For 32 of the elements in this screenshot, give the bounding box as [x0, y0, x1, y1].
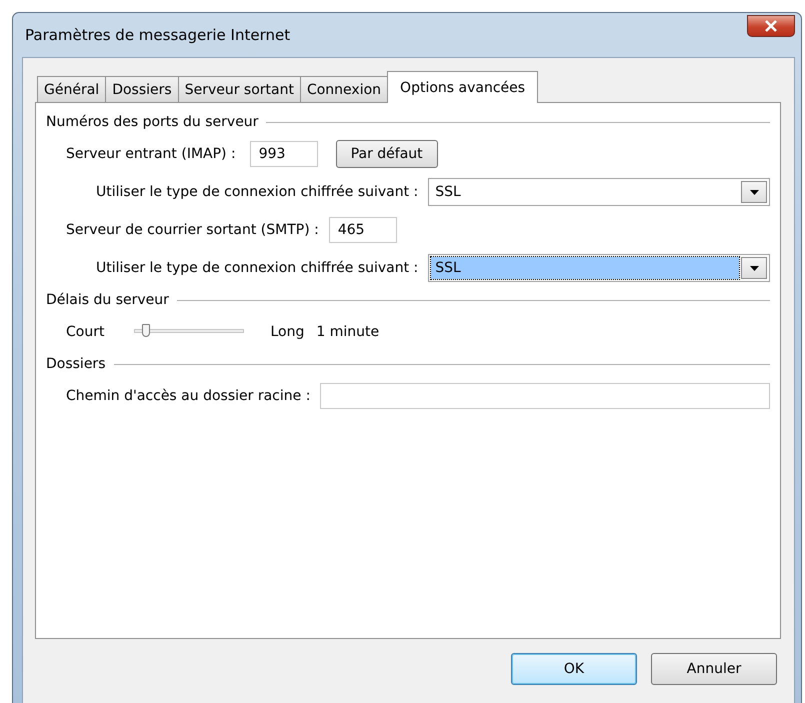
dropdown-value: SSL [431, 257, 739, 279]
caret-icon [750, 190, 758, 194]
port-field[interactable]: 465 [328, 217, 397, 243]
default-button[interactable]: Par défaut [336, 140, 438, 168]
window-title: Paramètres de messagerie Internet [25, 26, 290, 44]
root-folder-field[interactable] [320, 383, 770, 409]
root-folder-label: Chemin d'accès au dossier racine : [66, 388, 310, 404]
close-button[interactable] [747, 15, 795, 37]
tab[interactable]: Options avancées [387, 71, 538, 103]
port-field[interactable]: 993 [250, 141, 318, 167]
encryption-dropdown[interactable]: SSL [428, 178, 770, 206]
slider-max-label: Long [270, 324, 304, 340]
dialog-button[interactable]: Annuler [651, 653, 777, 685]
port-label: Serveur de courrier sortant (SMTP) : [66, 222, 319, 238]
close-icon [764, 20, 778, 32]
slider-min-label: Court [66, 324, 104, 340]
encryption-label: Utiliser le type de connexion chiffrée suivant : [96, 184, 418, 200]
dropdown-value: SSL [434, 183, 462, 202]
slider-thumb[interactable] [142, 324, 150, 337]
encryption-label: Utiliser le type de connexion chiffrée suivant : [96, 260, 418, 276]
group-title: Dossiers [46, 356, 106, 372]
tab[interactable]: Connexion [300, 76, 388, 102]
group-title: Délais du serveur [46, 292, 169, 308]
tab[interactable]: Serveur sortant [178, 76, 301, 102]
caret-icon [750, 266, 758, 270]
dialog-button[interactable]: OK [511, 653, 637, 685]
port-label: Serveur entrant (IMAP) : [66, 146, 236, 162]
timeout-reading: 1 minute [316, 324, 380, 340]
tab[interactable]: Dossiers [105, 76, 179, 102]
encryption-dropdown[interactable]: SSL [428, 254, 770, 282]
tab[interactable]: Général [37, 76, 106, 102]
group-title: Numéros des ports du serveur [46, 114, 258, 130]
